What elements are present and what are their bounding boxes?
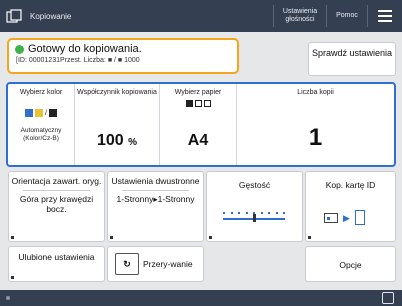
divider bbox=[122, 190, 189, 191]
orientation-button[interactable]: Orientacja zawart. oryg. Góra przy krawę… bbox=[8, 171, 105, 242]
ratio-label: Współczynnik kopiowania bbox=[77, 89, 157, 96]
status-dot-icon bbox=[6, 296, 10, 300]
paper-value: A4 bbox=[187, 132, 209, 149]
corner-icon bbox=[11, 276, 14, 279]
home-button[interactable] bbox=[0, 0, 28, 32]
corner-icon bbox=[308, 236, 311, 239]
status-message: Gotowy do kopiowania. bbox=[28, 43, 142, 55]
hamburger-icon bbox=[378, 10, 392, 22]
copies-label: Liczba kopii bbox=[297, 89, 334, 96]
density-slider-icon bbox=[223, 212, 285, 222]
id-card-copy-button[interactable]: Kop. kartę ID ▶ bbox=[305, 171, 396, 242]
status-detail: [ID: 00001231Przest. Liczba: ■ / ■ 1000 bbox=[16, 57, 140, 64]
copy-settings-panel: Wybierz kolor / Automatyczny (Kolor/Cz-B… bbox=[6, 82, 396, 167]
interrupt-label: Przery-wanie bbox=[143, 259, 193, 269]
duplex-label: Ustawienia dwustronne bbox=[111, 176, 200, 186]
orientation-value: Góra przy krawędzi bocz. bbox=[19, 194, 94, 214]
color-mode-icon: / bbox=[8, 109, 74, 117]
divider bbox=[23, 190, 90, 191]
paper-tray-icon bbox=[160, 100, 236, 107]
screen-title: Kopiowanie bbox=[30, 11, 72, 21]
copy-screen: Kopiowanie Ustawienia głośności Pomoc Go… bbox=[0, 0, 402, 306]
status-monitor-icon[interactable] bbox=[382, 292, 394, 304]
duplex-settings-button[interactable]: Ustawienia dwustronne 1-Stronny▸1-Stronn… bbox=[107, 171, 204, 242]
paper-label: Wybierz papier bbox=[174, 89, 222, 96]
id-card-label: Kop. kartę ID bbox=[325, 180, 376, 190]
favorites-label: Ulubione ustawienia bbox=[18, 252, 95, 262]
duplex-value: 1-Stronny▸1-Stronny bbox=[116, 194, 195, 204]
ratio-value: 100 bbox=[96, 132, 124, 149]
favorite-settings-button[interactable]: Ulubione ustawienia bbox=[8, 246, 105, 282]
density-knob bbox=[252, 214, 256, 222]
options-button[interactable]: Opcje bbox=[305, 246, 396, 282]
volume-settings-button[interactable]: Ustawienia głośności bbox=[274, 8, 326, 24]
orientation-label: Orientacja zawart. oryg. bbox=[11, 176, 102, 186]
paper-select-button[interactable]: Wybierz papier A4 bbox=[160, 84, 237, 165]
color-select-button[interactable]: Wybierz kolor / Automatyczny (Kolor/Cz-B… bbox=[8, 84, 75, 165]
ratio-unit: % bbox=[128, 137, 138, 148]
corner-icon bbox=[209, 236, 212, 239]
status-panel[interactable]: Gotowy do kopiowania. [ID: 00001231Przes… bbox=[7, 38, 239, 74]
options-label: Opcje bbox=[339, 260, 362, 270]
status-bar bbox=[0, 290, 402, 306]
interrupt-icon: ↻ bbox=[115, 253, 139, 275]
id-card-icon: ▶ bbox=[324, 210, 365, 225]
density-label: Gęstość bbox=[238, 180, 271, 190]
copies-count-button[interactable]: Liczba kopii 1 bbox=[237, 84, 394, 165]
copy-icon bbox=[6, 9, 22, 23]
ready-indicator-icon bbox=[15, 44, 24, 54]
check-settings-button[interactable]: Sprawdź ustawienia bbox=[308, 42, 396, 76]
top-bar: Kopiowanie Ustawienia głośności Pomoc bbox=[0, 0, 402, 32]
density-button[interactable]: Gęstość bbox=[206, 171, 303, 242]
copy-ratio-button[interactable]: Współczynnik kopiowania 100 % bbox=[75, 84, 160, 165]
interrupt-button[interactable]: ↻ Przery-wanie bbox=[107, 246, 204, 282]
color-label: Wybierz kolor bbox=[19, 89, 63, 96]
menu-button[interactable] bbox=[368, 0, 402, 32]
copies-value: 1 bbox=[308, 124, 323, 151]
corner-icon bbox=[110, 236, 113, 239]
corner-icon bbox=[11, 236, 14, 239]
help-button[interactable]: Pomoc bbox=[327, 12, 367, 20]
color-value: Automatyczny (Kolor/Cz-B) bbox=[20, 127, 62, 142]
